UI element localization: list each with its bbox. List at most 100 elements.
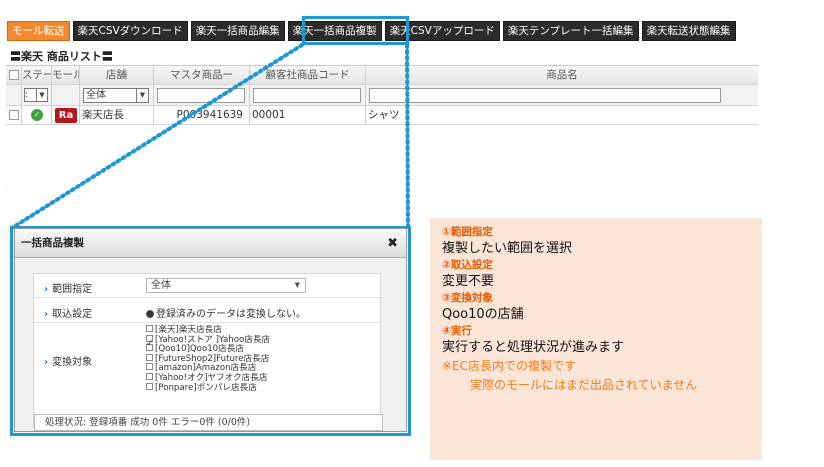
product-name-filter-input[interactable] <box>369 88 721 103</box>
select-all-cell <box>6 66 22 84</box>
warning-line-1: ※EC店長内での複製です <box>442 359 577 373</box>
column-header-master-code[interactable]: マスタ商品ー <box>154 66 250 84</box>
step2-text: 変更不要 <box>442 274 495 289</box>
status-filter-value: : <box>25 90 29 100</box>
checkbox[interactable] <box>146 353 153 361</box>
step3-title: ③変換対象 <box>442 292 493 304</box>
step3-text: Qoo10の店舗 <box>442 307 524 322</box>
target-store-label: [Qoo10]Qoo10店長店 <box>155 344 244 355</box>
dialog-form: › 範囲指定 全体 ▼ › 取込設定 登録済みのデータは変換しない。 › 変換対象 [楽… <box>33 273 382 428</box>
master-code-filter-cell <box>154 85 250 105</box>
check-circle-icon: ✓ <box>31 109 43 121</box>
target-label: 変換対象 <box>52 357 93 368</box>
checkbox[interactable] <box>146 382 153 390</box>
table-row[interactable]: ✓ Ra 楽天店長 P003941639 00001 シャツ <box>6 106 758 125</box>
row-store: 楽天店長 <box>80 106 154 124</box>
rakuten-badge: Ra <box>55 108 77 123</box>
import-setting-row: › 取込設定 登録済みのデータは変換しない。 <box>34 298 382 323</box>
warning-line-2: 実際のモールにはまだ出品されていません <box>470 378 698 392</box>
grid-header-row: ステー モール 店舗 マスタ商品ー 顧客社商品コード 商品名 <box>6 66 758 85</box>
range-value: 全体 <box>151 280 171 291</box>
column-header-store[interactable]: 店舗 <box>80 66 154 84</box>
row-checkbox[interactable] <box>9 110 19 120</box>
mall-filter-cell <box>52 85 80 105</box>
target-row: ›変換対象 [楽天]楽天店長店 [Yahoo!ストア ]Yahoo店長店 [Qo… <box>34 323 382 395</box>
rakuten-bulk-edit-button[interactable]: 楽天一括商品編集 <box>190 21 285 41</box>
row-product-name: シャツ <box>368 109 400 121</box>
status-filter-select[interactable]: : ▼ <box>24 88 48 102</box>
target-store-item[interactable]: [FutureShop2]Future店長店 <box>146 353 376 364</box>
row-master-code: P003941639 <box>154 106 250 124</box>
store-filter-select[interactable]: 全体 ▼ <box>83 88 149 103</box>
chevron-right-icon: › <box>44 357 49 368</box>
select-all-checkbox[interactable] <box>9 70 19 80</box>
column-header-product-name[interactable]: 商品名 <box>366 66 758 84</box>
rakuten-template-bulk-edit-button[interactable]: 楽天テンプレート一括編集 <box>502 21 639 41</box>
target-store-label: [楽天]楽天店長店 <box>155 325 222 335</box>
target-store-item[interactable]: [Yahoo!ストア ]Yahoo店長店 <box>146 334 376 344</box>
target-store-item[interactable]: [Qoo10]Qoo10店長店 <box>146 340 376 355</box>
target-store-item[interactable]: [amazon]Amazon店長店 <box>146 363 376 373</box>
checkbox[interactable] <box>146 325 153 332</box>
rakuten-transfer-status-edit-button[interactable]: 楽天転送状態編集 <box>641 21 736 41</box>
row-status-cell: ✓ <box>22 106 52 124</box>
dialog-title-bar: 一括商品複製 ✖ <box>15 229 406 258</box>
close-icon[interactable]: ✖ <box>387 229 398 258</box>
customer-code-filter-input[interactable] <box>253 88 361 103</box>
step1-title: ①範囲指定 <box>442 226 493 238</box>
store-filter-value: 全体 <box>86 90 106 101</box>
checkbox-checked[interactable] <box>146 340 154 352</box>
import-label: 取込設定 <box>52 309 93 320</box>
range-label: 範囲指定 <box>52 284 93 295</box>
step4-text: 実行すると処理状況が進みます <box>442 340 625 355</box>
chevron-right-icon: › <box>44 284 49 295</box>
grid-filter-row: : ▼ 全体 ▼ <box>6 85 758 106</box>
rakuten-csv-download-button[interactable]: 楽天CSVダウンロード <box>72 21 188 41</box>
radio-selected-icon <box>146 310 154 318</box>
processing-status: 処理状況: 登録項番 成功 0件 エラー0件 (0/0件) <box>34 414 383 431</box>
step4-title: ④実行 <box>442 325 472 337</box>
product-name-filter-cell <box>366 85 758 105</box>
target-store-label: [Yahoo!オク]ヤフオク店長店 <box>155 372 268 383</box>
chevron-down-icon: ▼ <box>36 89 47 101</box>
chevron-right-icon: › <box>44 309 49 320</box>
target-store-item[interactable]: [Ponpare]ポンパレ店長店 <box>146 382 376 393</box>
target-store-item[interactable]: [楽天]楽天店長店 <box>146 325 376 335</box>
status-filter-cell: : ▼ <box>22 85 52 105</box>
dialog-title: 一括商品複製 <box>21 237 84 249</box>
column-header-status[interactable]: ステー <box>22 66 52 84</box>
product-list-title: 〓楽天 商品リスト〓 <box>6 50 758 64</box>
row-customer-code: 00001 <box>250 106 366 124</box>
step2-title: ②取込設定 <box>442 259 493 271</box>
step1-text: 複製したい範囲を選択 <box>442 241 573 256</box>
product-grid: ステー モール 店舗 マスタ商品ー 顧客社商品コード 商品名 :▼ 全体▼ ✓ … <box>6 65 758 125</box>
customer-code-filter-cell <box>250 85 366 105</box>
target-store-label: [amazon]Amazon店長店 <box>155 363 257 374</box>
rakuten-product-list: 〓楽天 商品リスト〓 ステー モール 店舗 マスタ商品ー 顧客社商品コード 商品… <box>6 50 758 186</box>
import-label-wrap: › 取込設定 <box>44 305 92 320</box>
chevron-down-icon: ▼ <box>136 89 148 102</box>
checkbox[interactable] <box>146 363 153 371</box>
instruction-note: ①範囲指定 複製したい範囲を選択 ②取込設定 変更不要 ③変換対象 Qoo10の… <box>430 218 762 460</box>
mall-transfer-button[interactable]: モール転送 <box>7 21 70 41</box>
target-store-item[interactable]: [Yahoo!オク]ヤフオク店長店 <box>146 372 376 383</box>
range-select[interactable]: 全体 ▼ <box>146 278 306 293</box>
column-header-customer-code[interactable]: 顧客社商品コード <box>250 66 366 84</box>
row-mall-cell: Ra <box>52 106 80 124</box>
column-header-mall[interactable]: モール <box>52 66 80 84</box>
row-select-cell <box>6 106 22 124</box>
master-code-filter-input[interactable] <box>157 88 245 103</box>
range-label-wrap: › 範囲指定 <box>44 280 92 295</box>
store-filter-cell: 全体 ▼ <box>80 85 154 105</box>
target-label-wrap: › 変換対象 <box>44 353 92 368</box>
import-radio[interactable]: 登録済みのデータは変換しない。 <box>146 305 306 320</box>
bulk-copy-highlight <box>302 16 409 45</box>
target-store-list: [楽天]楽天店長店 [Yahoo!ストア ]Yahoo店長店 [Qoo10]Qo… <box>146 325 376 392</box>
target-store-label: [Ponpare]ポンパレ店長店 <box>155 382 257 393</box>
range-row: › 範囲指定 全体 ▼ <box>34 274 382 298</box>
checkbox[interactable] <box>146 372 153 380</box>
import-value: 登録済みのデータは変換しない。 <box>156 309 306 320</box>
chevron-down-icon: ▼ <box>294 281 300 289</box>
bulk-copy-dialog: 一括商品複製 ✖ › 範囲指定 全体 ▼ › 取込設定 登録済みのデータは変換しない。… <box>14 228 407 432</box>
filter-blank <box>6 85 22 105</box>
